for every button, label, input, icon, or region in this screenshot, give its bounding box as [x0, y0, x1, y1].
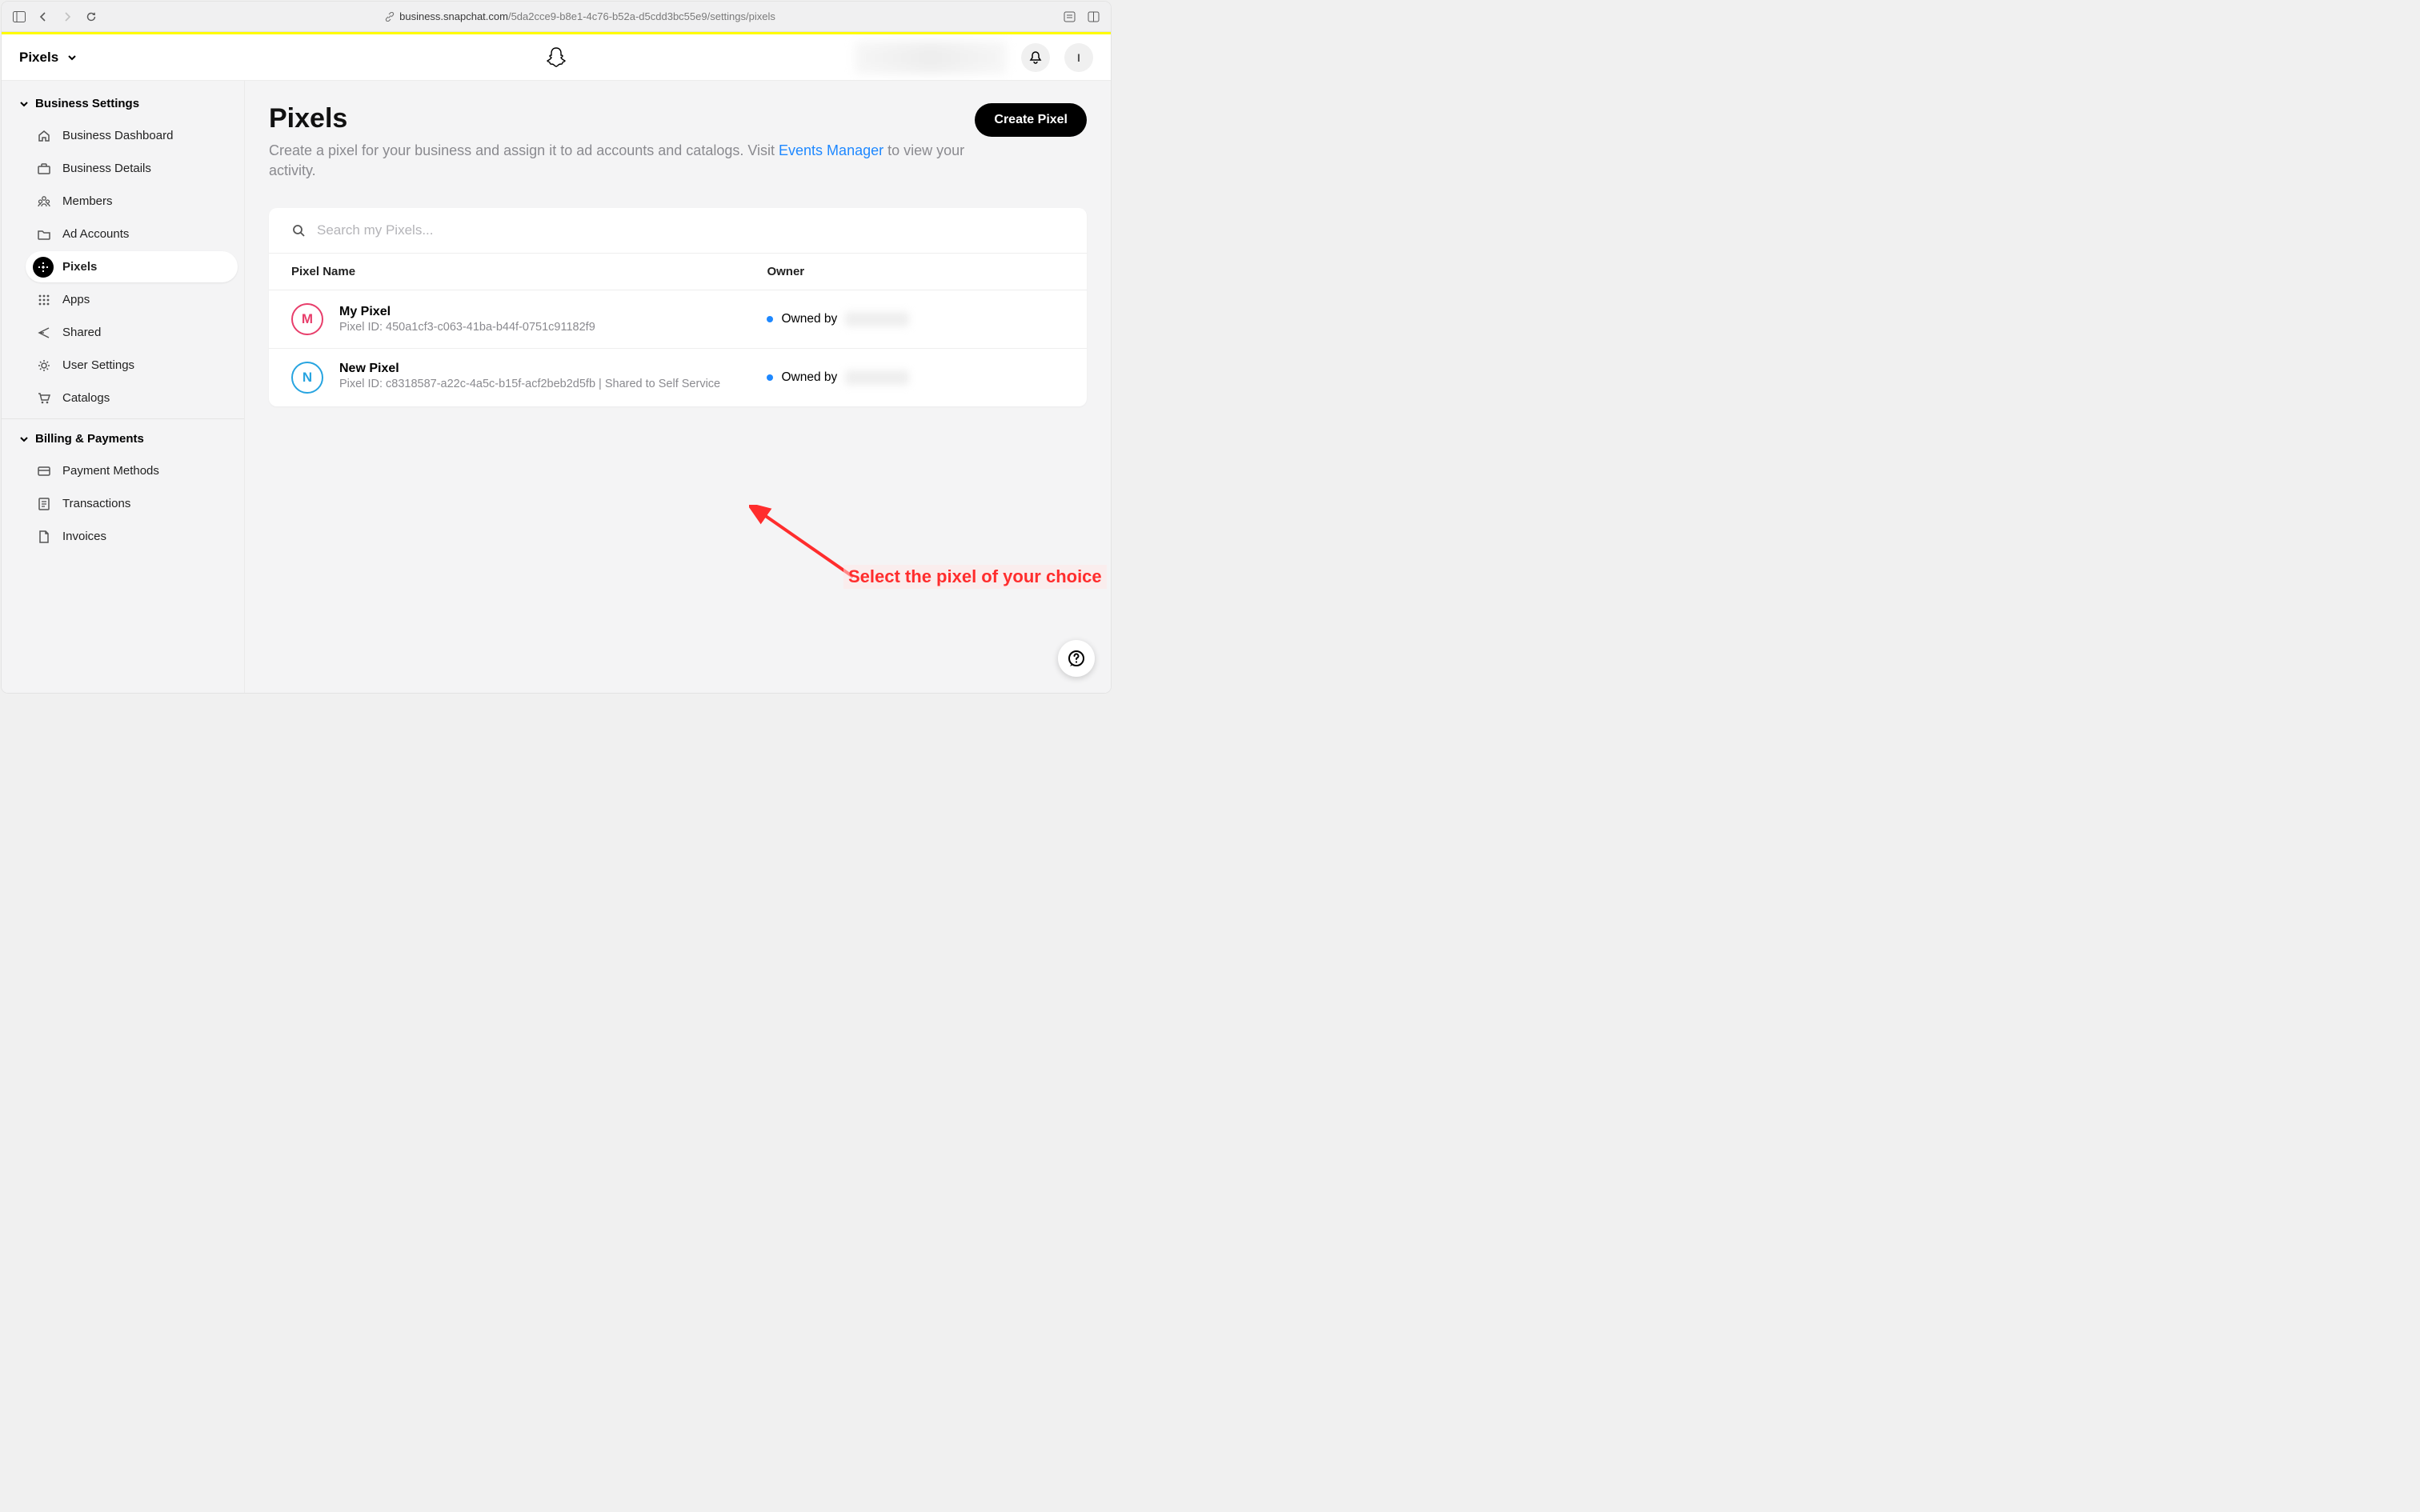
- snapchat-logo-icon: [544, 46, 568, 70]
- owner-label: Owned by: [781, 312, 837, 326]
- members-icon: [35, 194, 53, 209]
- pixel-icon: [33, 257, 54, 278]
- sidebar-item-user-settings[interactable]: User Settings: [26, 350, 238, 381]
- sidebar-item-business-dashboard[interactable]: Business Dashboard: [26, 120, 238, 151]
- pixel-name: My Pixel: [339, 305, 595, 319]
- nav-label: Transactions: [62, 497, 130, 510]
- reader-icon[interactable]: [1061, 9, 1077, 25]
- nav-label: Business Details: [62, 162, 151, 175]
- context-label: Pixels: [19, 50, 58, 66]
- col-owner: Owner: [767, 265, 1064, 278]
- pixel-subtitle: Pixel ID: 450a1cf3-c063-41ba-b44f-0751c9…: [339, 321, 595, 334]
- cart-icon: [35, 391, 53, 406]
- browser-toolbar: business.snapchat.com/5da2cce9-b8e1-4c76…: [2, 2, 1111, 32]
- sidebar: Business Settings Business Dashboard Bus…: [2, 81, 245, 693]
- nav-label: Shared: [62, 326, 101, 339]
- briefcase-icon: [35, 162, 53, 176]
- browser-url[interactable]: business.snapchat.com/5da2cce9-b8e1-4c76…: [107, 10, 1053, 22]
- gear-icon: [35, 358, 53, 373]
- nav-label: Invoices: [62, 530, 106, 543]
- page-subtitle: Create a pixel for your business and ass…: [269, 141, 973, 181]
- chevron-down-icon: [19, 99, 29, 109]
- nav-label: User Settings: [62, 358, 134, 372]
- nav-label: Payment Methods: [62, 464, 159, 478]
- receipt-icon: [35, 497, 53, 511]
- help-button[interactable]: [1058, 640, 1095, 677]
- content-area: Pixels Create a pixel for your business …: [245, 81, 1111, 693]
- user-avatar[interactable]: I: [1064, 43, 1093, 72]
- sidebar-item-apps[interactable]: Apps: [26, 284, 238, 315]
- bell-icon: [1028, 50, 1043, 65]
- pixel-subtitle: Pixel ID: c8318587-a22c-4a5c-b15f-acf2be…: [339, 378, 720, 390]
- sidebar-item-invoices[interactable]: Invoices: [26, 521, 238, 552]
- card-icon: [35, 464, 53, 478]
- nav-divider: [2, 418, 244, 419]
- sidebar-section-billing[interactable]: Billing & Payments: [2, 427, 244, 454]
- table-header: Pixel Name Owner: [269, 254, 1087, 290]
- chevron-down-icon: [66, 52, 78, 63]
- help-chat-icon: [1067, 649, 1086, 668]
- annotation-text: Select the pixel of your choice: [843, 565, 1107, 589]
- search-icon: [291, 223, 306, 238]
- create-pixel-button[interactable]: Create Pixel: [975, 103, 1087, 137]
- notifications-button[interactable]: [1021, 43, 1050, 72]
- tabs-icon[interactable]: [1085, 9, 1101, 25]
- sidebar-item-members[interactable]: Members: [26, 186, 238, 217]
- col-pixel-name: Pixel Name: [291, 265, 767, 278]
- search-row: [269, 208, 1087, 254]
- subtitle-part: Create a pixel for your business and ass…: [269, 142, 779, 158]
- sidebar-item-pixels[interactable]: Pixels: [26, 251, 238, 282]
- section-title: Billing & Payments: [35, 432, 144, 446]
- sidebar-item-payment-methods[interactable]: Payment Methods: [26, 455, 238, 486]
- chevron-down-icon: [19, 434, 29, 444]
- nav-label: Apps: [62, 293, 90, 306]
- pixel-name: New Pixel: [339, 362, 720, 376]
- sidebar-toggle-icon[interactable]: [11, 9, 27, 25]
- link-icon: [385, 12, 395, 22]
- section-title: Business Settings: [35, 97, 139, 110]
- share-icon: [35, 326, 53, 340]
- table-row[interactable]: N New Pixel Pixel ID: c8318587-a22c-4a5c…: [269, 349, 1087, 406]
- events-manager-link[interactable]: Events Manager: [779, 142, 883, 158]
- status-dot: [767, 374, 773, 381]
- sidebar-item-ad-accounts[interactable]: Ad Accounts: [26, 218, 238, 250]
- page-title: Pixels: [269, 103, 973, 134]
- app-header: Pixels I: [2, 34, 1111, 81]
- pixel-avatar: M: [291, 303, 323, 335]
- pixel-avatar: N: [291, 362, 323, 394]
- url-domain: business.snapchat.com: [399, 10, 508, 22]
- invoice-icon: [35, 530, 53, 544]
- owner-redacted: [845, 312, 909, 326]
- nav-label: Members: [62, 194, 113, 208]
- apps-icon: [35, 294, 53, 306]
- sidebar-item-catalogs[interactable]: Catalogs: [26, 382, 238, 414]
- nav-label: Ad Accounts: [62, 227, 129, 241]
- pixels-table-card: Pixel Name Owner M My Pixel Pixel ID: 45…: [269, 208, 1087, 406]
- table-row[interactable]: M My Pixel Pixel ID: 450a1cf3-c063-41ba-…: [269, 290, 1087, 349]
- browser-back-icon[interactable]: [35, 9, 51, 25]
- owner-redacted: [845, 370, 909, 385]
- search-input[interactable]: [317, 222, 1064, 238]
- browser-reload-icon[interactable]: [83, 9, 99, 25]
- folder-icon: [35, 227, 53, 242]
- home-icon: [35, 129, 53, 143]
- sidebar-section-business[interactable]: Business Settings: [2, 92, 244, 118]
- sidebar-item-shared[interactable]: Shared: [26, 317, 238, 348]
- nav-label: Catalogs: [62, 391, 110, 405]
- avatar-initial: I: [1077, 51, 1080, 64]
- context-switcher[interactable]: Pixels: [19, 50, 78, 66]
- url-path: /5da2cce9-b8e1-4c76-b52a-d5cdd3bc55e9/se…: [508, 10, 775, 22]
- nav-label: Pixels: [62, 260, 97, 274]
- nav-label: Business Dashboard: [62, 129, 173, 142]
- owner-label: Owned by: [781, 370, 837, 385]
- account-info-redacted: [855, 42, 1007, 74]
- browser-forward-icon: [59, 9, 75, 25]
- sidebar-item-transactions[interactable]: Transactions: [26, 488, 238, 519]
- sidebar-item-business-details[interactable]: Business Details: [26, 153, 238, 184]
- status-dot: [767, 316, 773, 322]
